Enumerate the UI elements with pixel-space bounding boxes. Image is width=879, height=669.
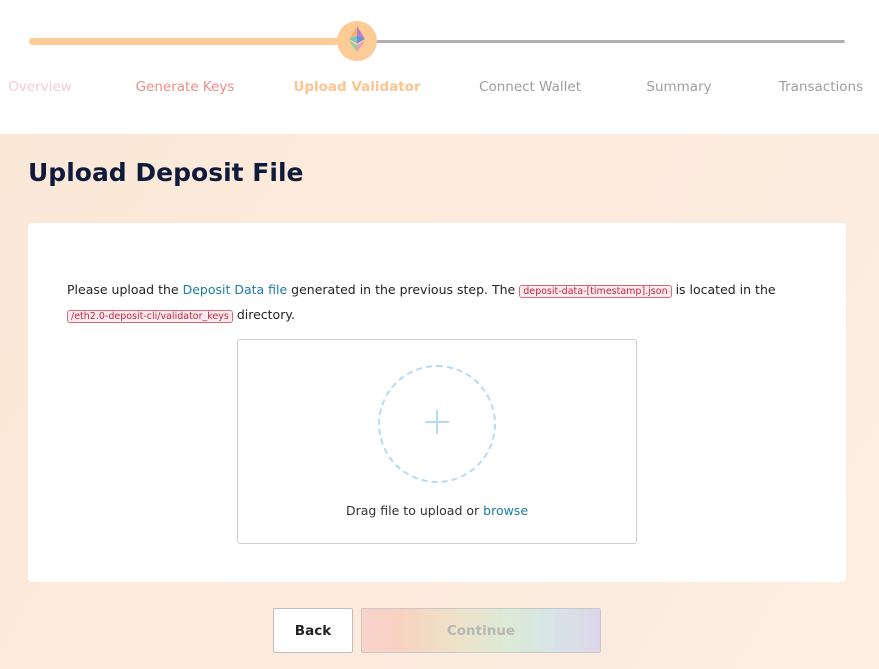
instructions-text-4: directory.: [232, 306, 295, 322]
upload-card: Please upload the Deposit Data file gene…: [28, 223, 846, 582]
instructions-text-2: generated in the previous step. The: [287, 281, 520, 297]
progress-track-remaining: [376, 40, 845, 43]
stepper-header: Overview Generate Keys Upload Validator …: [0, 0, 879, 134]
deposit-data-file-link[interactable]: Deposit Data file: [183, 282, 288, 297]
step-overview: Overview: [8, 79, 72, 95]
step-generate-keys: Generate Keys: [135, 79, 235, 95]
file-dropzone[interactable]: Drag file to upload or browse: [237, 339, 637, 544]
step-labels: Overview Generate Keys Upload Validator …: [0, 79, 879, 99]
step-upload-validator: Upload Validator: [293, 79, 421, 95]
main-content: Upload Deposit File Please upload the De…: [0, 134, 879, 669]
continue-button[interactable]: Continue: [361, 608, 601, 653]
upload-circle: [378, 365, 496, 483]
upload-instructions: Please upload the Deposit Data file gene…: [67, 278, 787, 328]
dropzone-text: Drag file to upload or browse: [238, 503, 636, 518]
validator-keys-dir-code: /eth2.0-deposit-cli/validator_keys: [67, 309, 233, 323]
browse-link[interactable]: browse: [483, 503, 528, 518]
step-transactions: Transactions: [778, 79, 864, 95]
instructions-text-3: is located in the: [671, 281, 776, 297]
step-summary: Summary: [646, 79, 712, 95]
deposit-file-name-code: deposit-data-[timestamp].json: [519, 284, 672, 298]
plus-icon: [424, 409, 450, 439]
progress-track-complete: [29, 38, 339, 45]
ethereum-diamond-icon: [349, 26, 365, 56]
page-title: Upload Deposit File: [28, 158, 304, 187]
back-button[interactable]: Back: [273, 608, 353, 653]
step-connect-wallet: Connect Wallet: [479, 79, 581, 95]
drag-file-label: Drag file to upload or: [345, 503, 484, 518]
progress-indicator: [337, 21, 377, 61]
instructions-text-1: Please upload the: [67, 281, 183, 297]
